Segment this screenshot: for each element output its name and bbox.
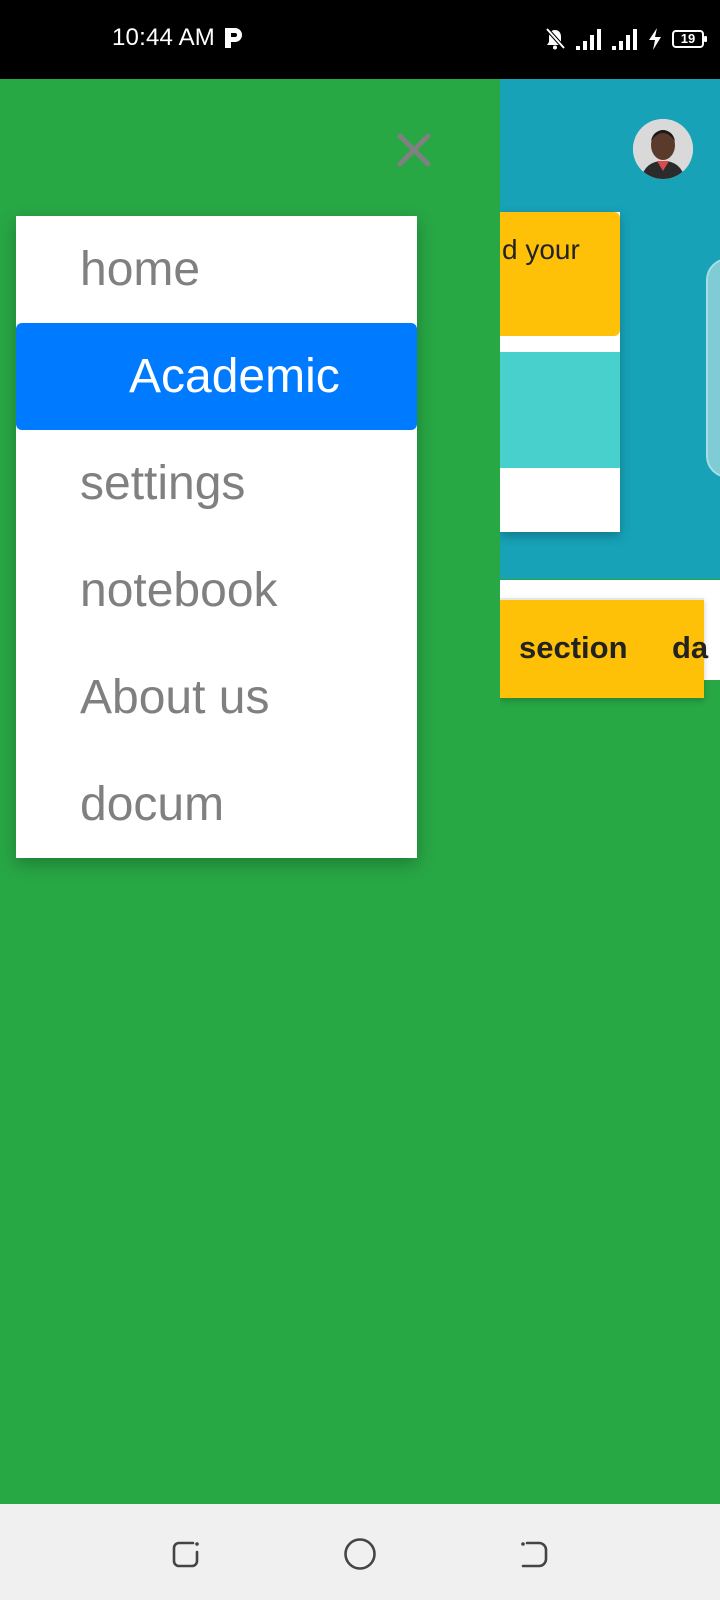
menu-item-academic[interactable]: Academic (16, 323, 417, 430)
home-button[interactable] (340, 1534, 380, 1574)
drawer-menu: home Academic settings notebook About us… (16, 216, 417, 858)
card-teal-section (500, 352, 620, 468)
back-icon (521, 1541, 548, 1568)
battery-level: 19 (680, 31, 696, 46)
home-icon (344, 1538, 376, 1570)
system-nav-bar (0, 1504, 720, 1600)
avatar[interactable] (633, 119, 693, 179)
tab-section[interactable]: section (519, 630, 628, 666)
status-icons: 19 (544, 24, 707, 54)
charging-icon (649, 28, 661, 50)
recent-apps-button[interactable] (166, 1534, 206, 1574)
signal-icon (612, 29, 637, 50)
menu-item-home[interactable]: home (16, 216, 417, 323)
card-text: d your (502, 234, 580, 265)
battery-icon: 19 (672, 30, 707, 48)
menu-item-docum[interactable]: docum (16, 751, 417, 858)
signal-icon (576, 29, 601, 50)
bell-muted-icon (545, 27, 566, 50)
tab-da[interactable]: da (672, 630, 708, 666)
card-yellow-section (500, 212, 620, 336)
menu-item-about-us[interactable]: About us (16, 644, 417, 751)
close-icon (397, 133, 431, 167)
status-time: 10:44 AM (112, 24, 216, 51)
menu-item-settings[interactable]: settings (16, 430, 417, 537)
side-panel (706, 258, 720, 478)
user-avatar-image (633, 119, 693, 179)
close-button[interactable] (392, 128, 436, 172)
status-bar: 10:44 AM 19 (0, 0, 720, 79)
back-button[interactable] (514, 1534, 554, 1574)
recent-apps-icon (172, 1541, 199, 1568)
menu-item-notebook[interactable]: notebook (16, 537, 417, 644)
p-app-icon (225, 28, 242, 48)
